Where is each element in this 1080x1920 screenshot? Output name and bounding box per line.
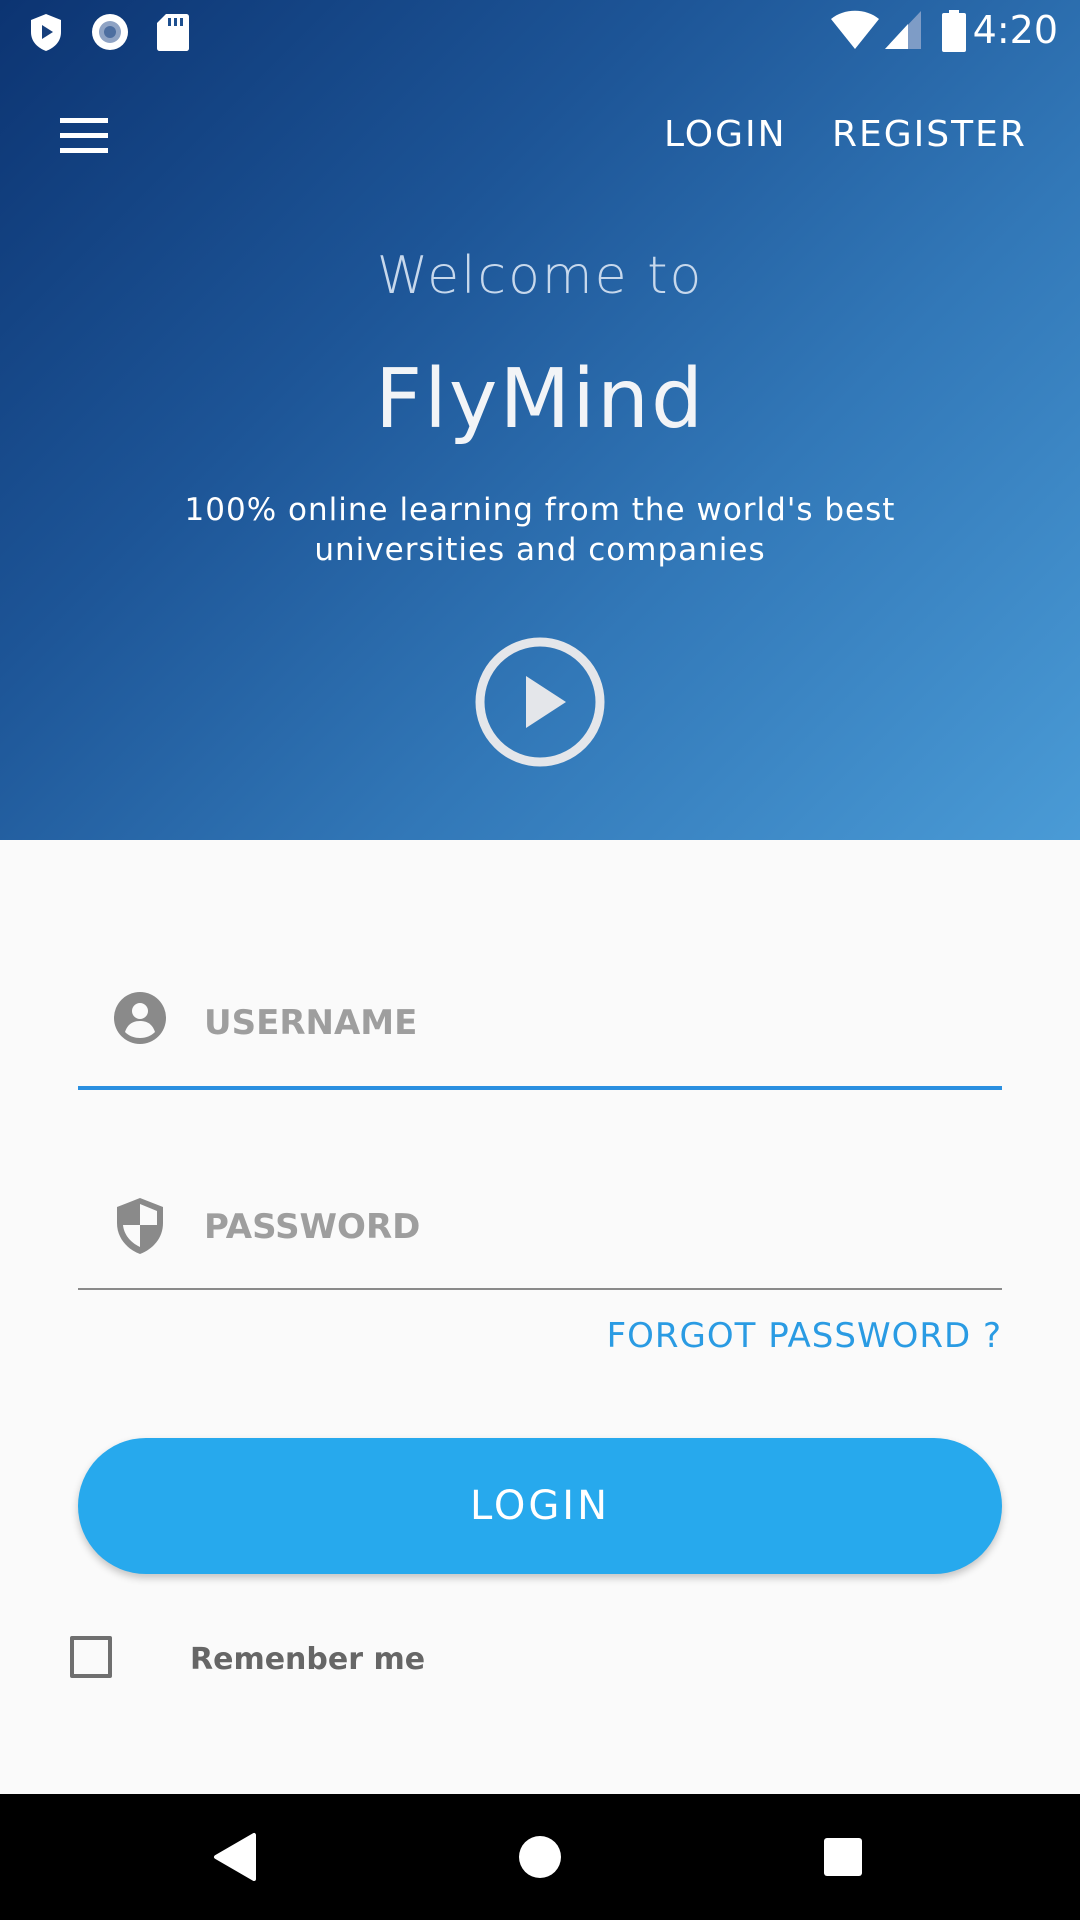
status-time: 4:20 [972, 8, 1058, 52]
hero-banner: 4:20 LOGIN REGISTER Welcome to FlyMind 1… [0, 0, 1080, 840]
play-circle-icon[interactable] [474, 636, 606, 768]
welcome-text: Welcome to [376, 246, 704, 306]
back-icon[interactable] [174, 1794, 300, 1920]
record-icon [92, 14, 128, 50]
remember-me-checkbox[interactable] [70, 1636, 112, 1678]
password-input[interactable] [204, 1202, 964, 1252]
login-link[interactable]: LOGIN [664, 114, 787, 155]
forgot-password-link[interactable]: FORGOT PASSWORD ? [607, 1316, 1002, 1356]
shield-icon [117, 1198, 163, 1254]
remember-me-label: Remenber me [190, 1642, 426, 1677]
wifi-icon [831, 10, 879, 49]
brand-title: FlyMind [374, 352, 706, 447]
navigation-bar [0, 1794, 1080, 1920]
shield-play-icon [31, 14, 61, 51]
tagline: 100% online learning from the world's be… [184, 492, 896, 568]
login-button[interactable]: LOGIN [78, 1438, 1002, 1574]
home-icon[interactable] [477, 1794, 603, 1920]
status-bar: 4:20 [0, 0, 1080, 64]
account-circle-icon [114, 992, 166, 1044]
register-link[interactable]: REGISTER [832, 114, 1027, 155]
recents-icon[interactable] [780, 1794, 906, 1920]
password-field[interactable] [78, 1164, 1002, 1290]
username-field[interactable] [78, 960, 1002, 1090]
hamburger-menu-icon[interactable] [58, 116, 110, 156]
login-screen: 4:20 LOGIN REGISTER Welcome to FlyMind 1… [0, 0, 1080, 1920]
username-input[interactable] [204, 998, 964, 1048]
signal-icon [885, 11, 921, 49]
sd-card-icon [157, 14, 189, 51]
battery-icon [942, 10, 966, 52]
